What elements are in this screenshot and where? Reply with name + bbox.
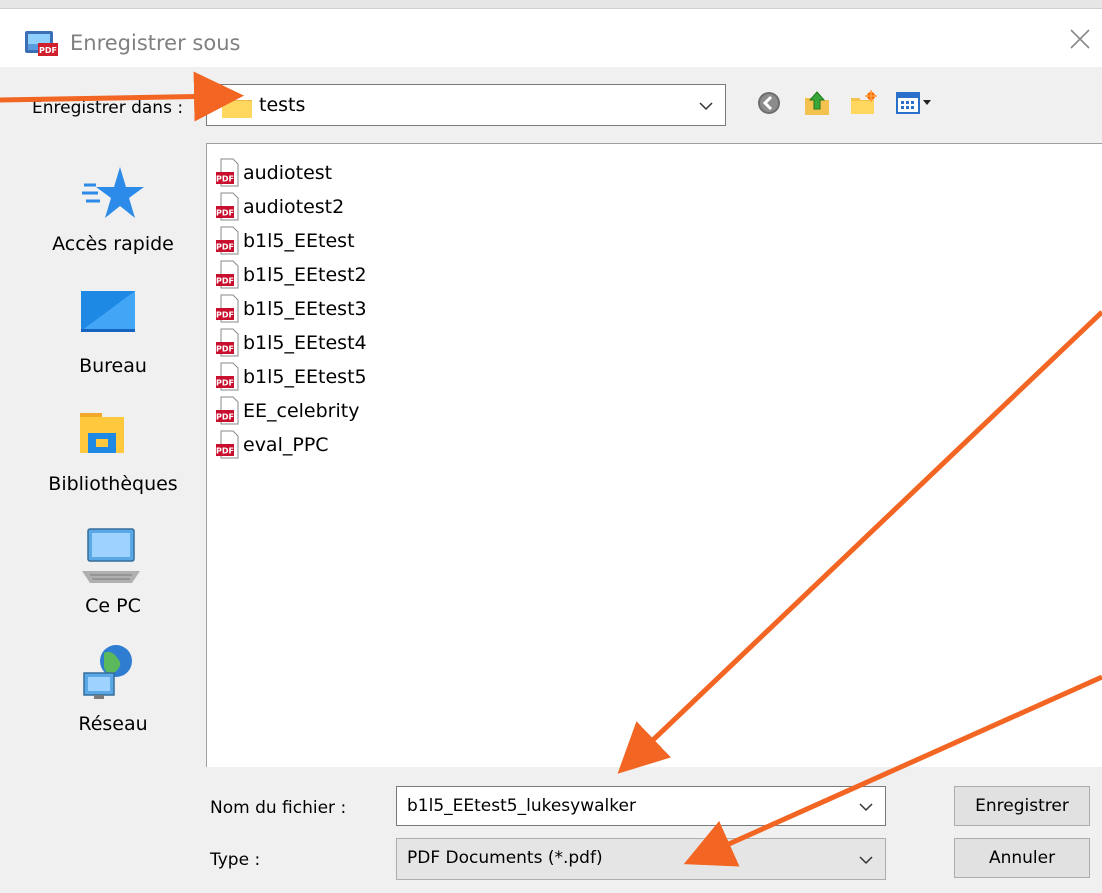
file-name: b1l5_EEtest bbox=[243, 230, 355, 252]
file-name: eval_PPC bbox=[243, 434, 329, 456]
file-name: EE_celebrity bbox=[243, 400, 360, 422]
place-this-pc[interactable]: Ce PC bbox=[24, 517, 202, 627]
pdf-badge-text: PDF bbox=[216, 277, 234, 286]
save-in-value: tests bbox=[259, 94, 306, 116]
new-folder-button[interactable] bbox=[846, 86, 880, 120]
pdf-file-icon: PDF bbox=[216, 362, 239, 391]
list-item[interactable]: PDF audiotest bbox=[215, 156, 332, 190]
top-border bbox=[0, 0, 1102, 9]
place-label: Bibliothèques bbox=[48, 473, 178, 495]
new-folder-icon bbox=[851, 90, 877, 114]
list-item[interactable]: PDF eval_PPC bbox=[215, 428, 329, 462]
file-name: b1l5_EEtest4 bbox=[243, 332, 367, 354]
type-dropdown[interactable]: PDF Documents (*.pdf) bbox=[396, 838, 886, 880]
up-folder-icon bbox=[805, 91, 829, 115]
place-desktop[interactable]: Bureau bbox=[24, 277, 202, 387]
computer-icon bbox=[82, 528, 140, 583]
pdf-badge-text: PDF bbox=[216, 175, 234, 184]
desktop-icon bbox=[81, 291, 135, 332]
pdf-badge-text: PDF bbox=[39, 46, 57, 55]
file-name: b1l5_EEtest2 bbox=[243, 264, 367, 286]
pdf-file-icon: PDF bbox=[216, 430, 239, 459]
file-list[interactable]: PDF audiotest PDF audiotest2 PDF b1l5_EE… bbox=[206, 143, 1102, 767]
list-item[interactable]: PDF b1l5_EEtest3 bbox=[215, 292, 367, 326]
pdf-file-icon: PDF bbox=[216, 260, 239, 289]
pdf-badge-text: PDF bbox=[216, 209, 234, 218]
folder-icon bbox=[222, 97, 252, 118]
star-icon bbox=[82, 167, 144, 218]
back-icon bbox=[758, 92, 780, 114]
place-network[interactable]: Réseau bbox=[24, 635, 202, 745]
pdf-file-icon: PDF bbox=[216, 192, 239, 221]
chevron-down-icon[interactable] bbox=[857, 798, 875, 816]
type-label: Type : bbox=[210, 850, 261, 870]
filename-input[interactable]: b1l5_EEtest5_lukesywalker bbox=[396, 786, 886, 826]
list-item[interactable]: PDF audiotest2 bbox=[215, 190, 344, 224]
filename-value: b1l5_EEtest5_lukesywalker bbox=[407, 796, 636, 816]
place-label: Bureau bbox=[79, 355, 147, 377]
type-value: PDF Documents (*.pdf) bbox=[407, 848, 603, 868]
file-name: b1l5_EEtest3 bbox=[243, 298, 367, 320]
pdf-app-icon: PDF bbox=[25, 31, 58, 56]
network-icon bbox=[83, 645, 132, 699]
list-item[interactable]: PDF b1l5_EEtest4 bbox=[215, 326, 367, 360]
pdf-badge-text: PDF bbox=[216, 243, 234, 252]
pdf-file-icon: PDF bbox=[216, 328, 239, 357]
file-name: audiotest bbox=[243, 162, 333, 184]
list-item[interactable]: PDF EE_celebrity bbox=[215, 394, 359, 428]
pdf-file-icon: PDF bbox=[216, 158, 239, 187]
pdf-badge-text: PDF bbox=[216, 413, 234, 422]
place-label: Accès rapide bbox=[52, 233, 174, 255]
view-menu-button[interactable] bbox=[893, 86, 937, 120]
file-name: b1l5_EEtest5 bbox=[243, 366, 367, 388]
file-name: audiotest2 bbox=[243, 196, 345, 218]
list-item[interactable]: PDF b1l5_EEtest2 bbox=[215, 258, 367, 292]
filename-label: Nom du fichier : bbox=[210, 798, 347, 818]
chevron-down-icon[interactable] bbox=[697, 97, 715, 115]
list-item[interactable]: PDF b1l5_EEtest5 bbox=[215, 360, 367, 394]
place-label: Ce PC bbox=[85, 595, 141, 617]
place-label: Réseau bbox=[78, 713, 148, 735]
title-bar[interactable]: PDF Enregistrer sous bbox=[0, 9, 1102, 67]
pdf-badge-text: PDF bbox=[216, 447, 234, 456]
place-quick-access[interactable]: Accès rapide bbox=[24, 155, 202, 265]
view-menu-icon bbox=[896, 92, 931, 114]
libraries-icon bbox=[80, 413, 124, 453]
pdf-badge-text: PDF bbox=[216, 345, 234, 354]
place-libraries[interactable]: Bibliothèques bbox=[24, 395, 202, 505]
save-button[interactable]: Enregistrer bbox=[954, 786, 1090, 826]
pdf-badge-text: PDF bbox=[216, 379, 234, 388]
up-folder-button[interactable] bbox=[800, 86, 834, 120]
list-item[interactable]: PDF b1l5_EEtest bbox=[215, 224, 355, 258]
pdf-file-icon: PDF bbox=[216, 294, 239, 323]
window-title: Enregistrer sous bbox=[70, 31, 241, 55]
save-in-label: Enregistrer dans : bbox=[32, 98, 184, 118]
pdf-file-icon: PDF bbox=[216, 226, 239, 255]
close-icon[interactable] bbox=[1066, 25, 1094, 53]
save-in-dropdown[interactable]: tests bbox=[206, 84, 726, 126]
pdf-badge-text: PDF bbox=[216, 311, 234, 320]
chevron-down-icon[interactable] bbox=[857, 851, 875, 869]
back-button[interactable] bbox=[752, 86, 786, 120]
places-bar: Accès rapide Bureau Bibliothèques Ce PC bbox=[24, 143, 202, 887]
pdf-file-icon: PDF bbox=[216, 396, 239, 425]
cancel-button[interactable]: Annuler bbox=[954, 838, 1090, 878]
